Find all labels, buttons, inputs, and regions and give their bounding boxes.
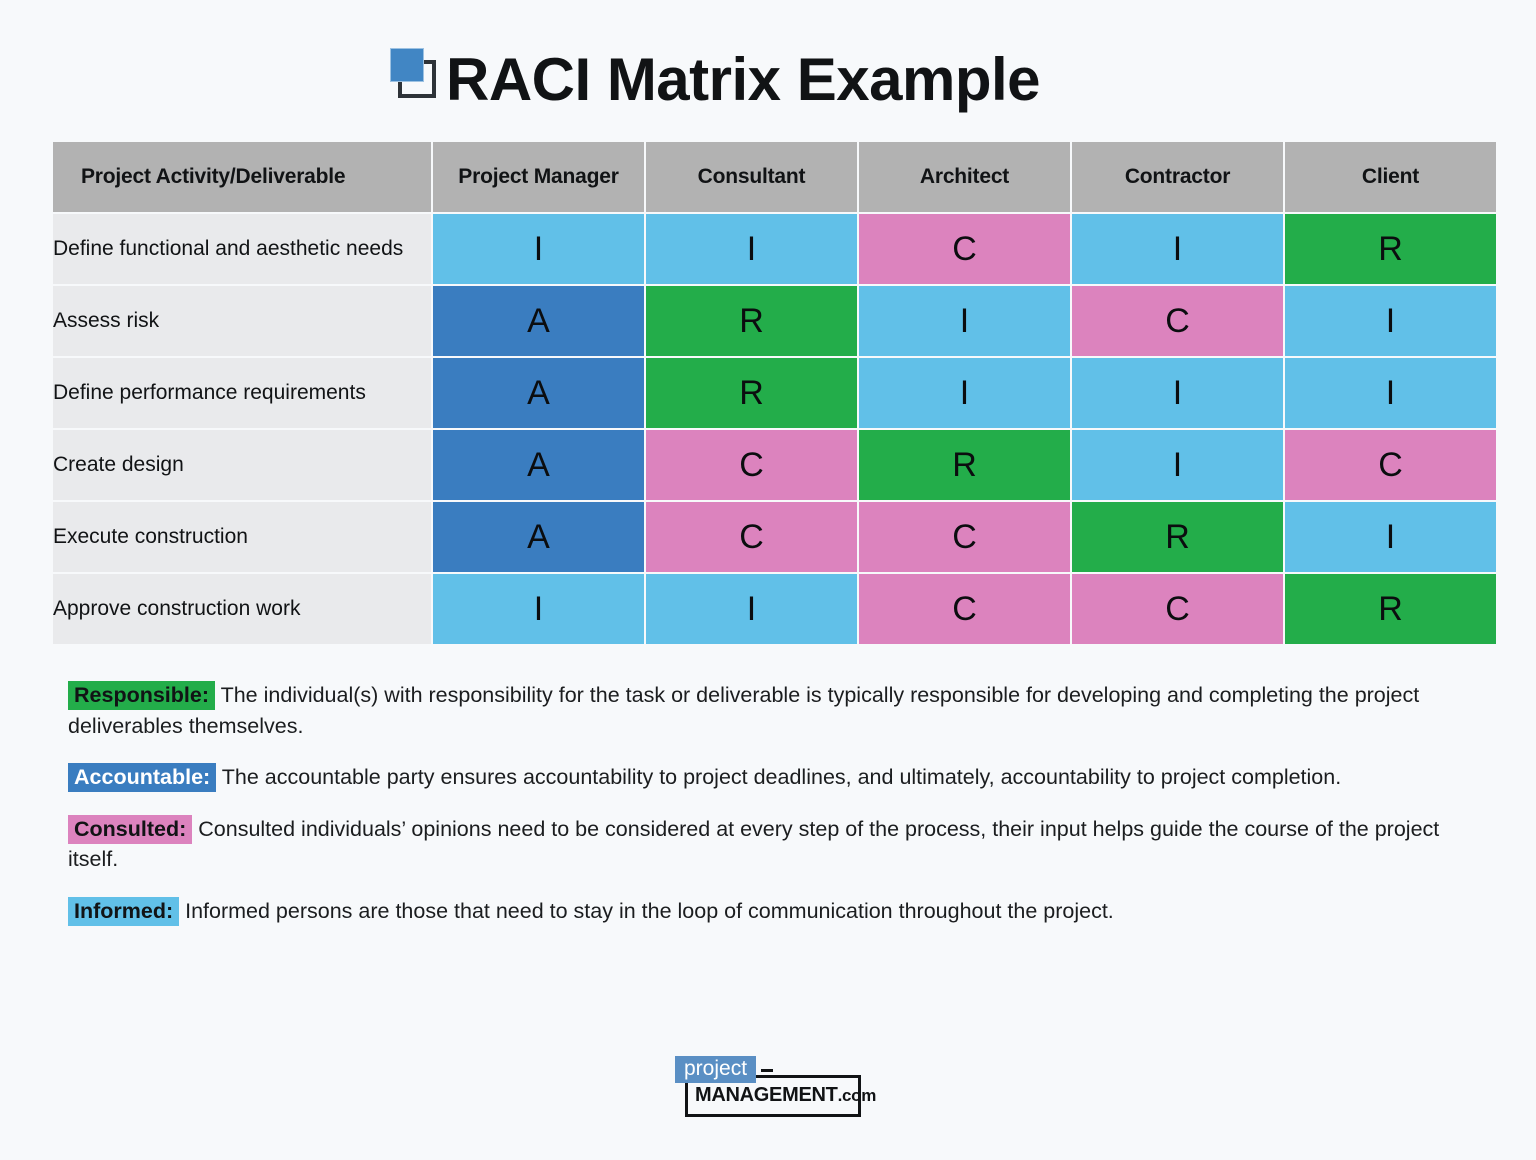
- raci-cell: R: [1285, 574, 1496, 644]
- raci-cell: R: [646, 358, 857, 428]
- raci-matrix-page: RACI Matrix Example Project Activity/Del…: [0, 0, 1536, 1160]
- raci-cell: A: [433, 358, 644, 428]
- raci-cell: I: [1072, 214, 1283, 284]
- activity-label: Assess risk: [53, 286, 431, 356]
- column-header-activity: Project Activity/Deliverable: [53, 142, 431, 212]
- activity-label: Create design: [53, 430, 431, 500]
- raci-cell: C: [646, 430, 857, 500]
- raci-cell: C: [1072, 286, 1283, 356]
- legend-tag: Informed:: [68, 896, 180, 926]
- raci-cell: I: [1285, 502, 1496, 572]
- legend-item: Informed: Informed persons are those tha…: [68, 896, 1468, 927]
- activity-label: Approve construction work: [53, 574, 431, 644]
- legend-list: Responsible: The individual(s) with resp…: [68, 680, 1468, 926]
- legend-item: Consulted: Consulted individuals’ opinio…: [68, 814, 1468, 875]
- raci-cell: I: [859, 358, 1070, 428]
- raci-cell: I: [433, 214, 644, 284]
- logo-dash-shape: [761, 1069, 773, 1072]
- page-header: RACI Matrix Example: [0, 0, 1536, 110]
- raci-cell: A: [433, 286, 644, 356]
- logo-dotcom-text: .com: [837, 1086, 877, 1105]
- raci-cell: C: [859, 502, 1070, 572]
- legend-description: Informed persons are those that need to …: [179, 898, 1114, 923]
- table-row: Define performance requirements A R I I I: [53, 358, 1496, 428]
- legend-description: The accountable party ensures accountabi…: [216, 765, 1342, 790]
- raci-cell: I: [646, 574, 857, 644]
- raci-cell: I: [433, 574, 644, 644]
- logo-management-text: MANAGEMENT: [695, 1084, 838, 1106]
- raci-cell: R: [646, 286, 857, 356]
- column-header-contractor: Contractor: [1072, 142, 1283, 212]
- filled-square-shape: [390, 48, 424, 82]
- legend-item: Accountable: The accountable party ensur…: [68, 762, 1468, 793]
- overlapping-squares-icon: [384, 46, 440, 104]
- legend-description: The individual(s) with responsibility fo…: [68, 683, 1420, 738]
- table-row: Approve construction work I I C C R: [53, 574, 1496, 644]
- logo-project-word: project: [675, 1056, 757, 1084]
- raci-cell: C: [859, 574, 1070, 644]
- raci-cell: I: [646, 214, 857, 284]
- raci-cell: R: [859, 430, 1070, 500]
- legend-item: Responsible: The individual(s) with resp…: [68, 680, 1468, 741]
- raci-cell: A: [433, 430, 644, 500]
- raci-cell: I: [1285, 358, 1496, 428]
- page-title: RACI Matrix Example: [446, 46, 1041, 113]
- raci-cell: I: [1072, 430, 1283, 500]
- activity-label: Execute construction: [53, 502, 431, 572]
- table-row: Execute construction A C C R I: [53, 502, 1496, 572]
- raci-cell: R: [1072, 502, 1283, 572]
- table-body: Define functional and aesthetic needs I I C…: [53, 214, 1496, 644]
- activity-label: Define functional and aesthetic needs: [53, 214, 431, 284]
- table-row: Define functional and aesthetic needs I I C…: [53, 214, 1496, 284]
- legend-tag: Responsible:: [68, 681, 215, 710]
- raci-cell: A: [433, 502, 644, 572]
- table-row: Assess risk A R I C I: [53, 286, 1496, 356]
- projectmanagement-logo: project MANAGEMENT.com: [675, 1056, 876, 1118]
- raci-matrix-container: Project Activity/Deliverable Project Man…: [51, 140, 1496, 646]
- legend-description: Consulted individuals’ opinions need to …: [68, 816, 1440, 872]
- raci-table: Project Activity/Deliverable Project Man…: [51, 140, 1498, 646]
- column-header-project-manager: Project Manager: [433, 142, 644, 212]
- legend-tag: Accountable:: [68, 763, 217, 793]
- table-row: Create design A C R I C: [53, 430, 1496, 500]
- raci-cell: C: [859, 214, 1070, 284]
- raci-cell: I: [859, 286, 1070, 356]
- legend-tag: Consulted:: [68, 814, 193, 844]
- raci-cell: I: [1072, 358, 1283, 428]
- table-header-row: Project Activity/Deliverable Project Man…: [53, 142, 1496, 212]
- footer: project MANAGEMENT.com: [0, 1056, 1536, 1118]
- logo-management-word: MANAGEMENT.com: [695, 1084, 876, 1107]
- column-header-architect: Architect: [859, 142, 1070, 212]
- raci-cell: C: [1285, 430, 1496, 500]
- raci-cell: C: [646, 502, 857, 572]
- raci-cell: C: [1072, 574, 1283, 644]
- table-header: Project Activity/Deliverable Project Man…: [53, 142, 1496, 212]
- raci-cell: I: [1285, 286, 1496, 356]
- column-header-client: Client: [1285, 142, 1496, 212]
- activity-label: Define performance requirements: [53, 358, 431, 428]
- raci-cell: R: [1285, 214, 1496, 284]
- column-header-consultant: Consultant: [646, 142, 857, 212]
